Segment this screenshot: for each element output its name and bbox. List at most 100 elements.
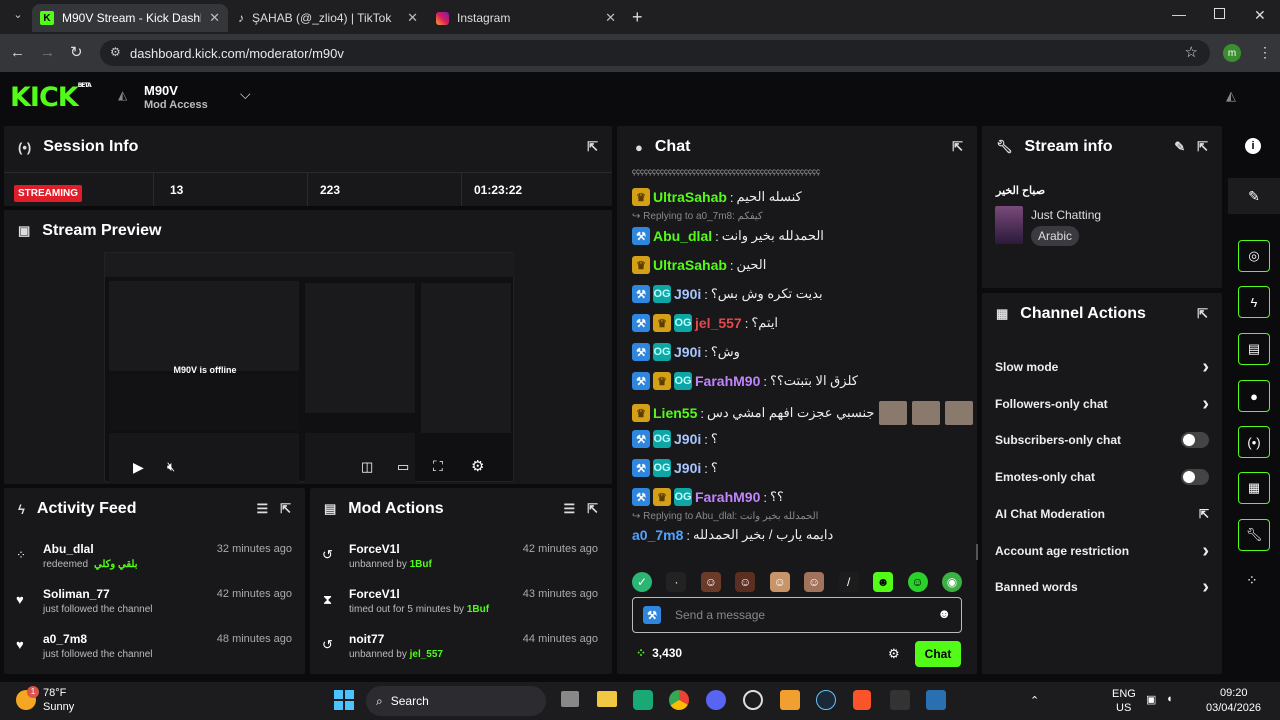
chat-message[interactable]: ⚒ OG J90i: ؟ <box>632 430 718 448</box>
tray-lang[interactable]: ENG <box>1112 688 1136 700</box>
chat-message[interactable]: ⚒ ♛ OG jel_557: ايتم؟ <box>632 314 778 332</box>
camera-panel-icon[interactable]: ◎ <box>1238 240 1270 272</box>
bookmark-star-icon[interactable]: ☆ <box>1185 43 1198 61</box>
chat-message[interactable]: ⚒ OG J90i: وش؟ <box>632 343 740 361</box>
discord-icon[interactable] <box>706 690 726 710</box>
forward-button[interactable]: → <box>40 44 55 61</box>
channel-action-subscribers-only-chat[interactable]: Subscribers-only chat <box>995 431 1209 449</box>
toggle-switch[interactable] <box>1181 432 1209 449</box>
send-chat-button[interactable]: Chat <box>915 641 961 667</box>
chat-message[interactable]: ♛ UltraSahab: كنسله الحيم <box>632 188 802 206</box>
chat-username[interactable]: UltraSahab <box>653 257 727 273</box>
tray-chevron-icon[interactable]: ⌃ <box>1030 694 1039 707</box>
app-icon[interactable] <box>743 690 763 710</box>
chat-message[interactable]: ⚒ OG J90i: بديت تكره وش بس؟ <box>632 285 823 303</box>
taskbar-search[interactable]: ⌕ Search <box>366 686 546 716</box>
chat-username[interactable]: FarahM90 <box>695 373 760 389</box>
chat-message[interactable]: ⚒ ♛ OG FarahM90: ؟؟ <box>632 488 784 506</box>
chat-message[interactable]: ⚒ OG J90i: ؟ <box>632 459 718 477</box>
chat-username[interactable]: a0_7m8 <box>632 527 683 543</box>
app-icon[interactable] <box>780 690 800 710</box>
chat-username[interactable]: J90i <box>674 344 701 360</box>
chat-scrollbar[interactable] <box>976 544 978 560</box>
channel-action-emotes-only-chat[interactable]: Emotes-only chat <box>995 468 1209 486</box>
channel-switch-chevron-icon[interactable]: ⌵ <box>240 86 251 103</box>
green-emote-icon[interactable]: ☻ <box>873 572 894 592</box>
chat-username[interactable]: UltraSahab <box>653 189 727 205</box>
popout-icon[interactable]: ⇱ <box>1197 139 1208 155</box>
play-icon[interactable]: ▶ <box>133 459 144 476</box>
steam-icon[interactable] <box>816 690 836 710</box>
back-button[interactable]: ← <box>10 44 25 61</box>
category-name[interactable]: Just Chatting <box>1031 208 1101 222</box>
close-tab-icon[interactable]: ✕ <box>209 10 220 26</box>
chat-username[interactable]: FarahM90 <box>695 489 760 505</box>
external-link-icon[interactable]: ⇱ <box>1199 507 1209 521</box>
chevron-right-icon[interactable]: › <box>1202 541 1209 561</box>
toggle-switch[interactable] <box>1181 469 1209 486</box>
broadcast-panel-icon[interactable]: (•) <box>1238 426 1270 458</box>
category-thumbnail[interactable] <box>995 206 1023 244</box>
kick-logo[interactable]: KICKBETA <box>10 82 92 113</box>
fullscreen-icon[interactable]: ⛶ <box>433 458 443 475</box>
chat-input-box[interactable]: ⚒ Send a message ☻ <box>632 597 962 633</box>
profile-avatar[interactable]: m <box>1223 44 1241 62</box>
popout-icon[interactable]: ⇱ <box>587 501 598 517</box>
chrome-icon[interactable] <box>669 690 689 710</box>
settings-icon[interactable]: ⚙ <box>471 457 484 475</box>
log-panel-icon[interactable]: ▤ <box>1238 333 1270 365</box>
brave-icon[interactable] <box>853 690 871 710</box>
popout-icon[interactable]: ⇱ <box>1197 306 1208 322</box>
clock-time[interactable]: 09:20 <box>1220 687 1248 699</box>
tab-kick-dashboard[interactable]: K M90V Stream - Kick Dashboard ✕ <box>32 4 228 32</box>
browser-menu-icon[interactable]: ⋮ <box>1258 44 1272 61</box>
reload-button[interactable]: ↻ <box>70 43 83 61</box>
volume-icon[interactable]: ◖ <box>1166 693 1173 705</box>
new-tab-button[interactable]: + <box>632 7 643 28</box>
chevron-right-icon[interactable]: › <box>1202 394 1209 414</box>
chat-input[interactable]: Send a message <box>675 608 765 622</box>
wrench-panel-icon[interactable]: 🔧︎ <box>1238 519 1270 551</box>
site-info-icon[interactable]: ⚙ <box>110 45 121 59</box>
face-emote-icon[interactable]: ☺ <box>700 572 721 592</box>
close-window-button[interactable]: ✕ <box>1254 7 1266 24</box>
chat-username[interactable]: jel_557 <box>695 315 742 331</box>
task-view-icon[interactable] <box>561 691 579 707</box>
chat-username[interactable]: J90i <box>674 286 701 302</box>
channel-action-ai-chat-moderation[interactable]: AI Chat Moderation ⇱ <box>995 505 1209 523</box>
user-avatar[interactable]: ◭ <box>1226 88 1236 104</box>
bolt-panel-icon[interactable]: ϟ <box>1238 286 1270 318</box>
tab-tiktok[interactable]: ♪ ŞAHAB (@_zlio4) | TikTok ✕ <box>230 4 426 32</box>
channel-points[interactable]: ⁘ 3,430 <box>636 646 682 660</box>
chat-message[interactable]: ♛ UltraSahab: الحين <box>632 256 766 274</box>
popout-icon[interactable]: ⇱ <box>587 139 598 155</box>
app-icon[interactable] <box>890 690 910 710</box>
wifi-icon[interactable]: ▣ <box>1146 693 1156 706</box>
chat-settings-icon[interactable]: ⚙ <box>888 646 900 662</box>
close-tab-icon[interactable]: ✕ <box>407 10 418 26</box>
tag-badge[interactable]: Arabic <box>1031 226 1080 246</box>
verified-emote-icon[interactable]: ✓ <box>632 572 652 592</box>
chevron-right-icon[interactable]: › <box>1202 577 1209 597</box>
face-emote-icon[interactable]: ☺ <box>804 572 825 592</box>
chat-message[interactable]: ⚒ ♛ OG FarahM90: كلزق الا بتبتت؟؟ <box>632 372 858 390</box>
chat-message[interactable]: ♛ Lien55: جنسبي عجزت افهم امشي دس <box>632 401 974 425</box>
theater-icon[interactable]: ▭ <box>397 459 409 475</box>
chat-panel-icon[interactable]: ● <box>1238 380 1270 412</box>
chat-message[interactable]: ⚒ Abu_dlal: الحمدلله بخير وانت <box>632 227 824 245</box>
channel-action-slow-mode[interactable]: Slow mode › <box>995 357 1209 377</box>
tab-instagram[interactable]: Instagram ✕ <box>428 4 624 32</box>
address-bar[interactable]: ⚙ dashboard.kick.com/moderator/m90v ☆ <box>100 40 1210 66</box>
points-panel-icon[interactable]: ⁘ <box>1246 572 1258 589</box>
chat-username[interactable]: J90i <box>674 431 701 447</box>
green-emote-icon[interactable]: ☺ <box>907 572 928 592</box>
chat-username[interactable]: Abu_dlal <box>653 228 712 244</box>
dark-emote-icon[interactable]: · <box>666 572 687 592</box>
info-icon[interactable]: i <box>1245 138 1261 154</box>
tab-list-menu-icon[interactable]: ⌄ <box>8 8 28 26</box>
file-explorer-icon[interactable] <box>597 691 617 707</box>
edit-icon[interactable]: ✎ <box>1174 139 1185 155</box>
actions-panel-icon[interactable]: ▦ <box>1238 472 1270 504</box>
app-icon[interactable] <box>926 690 946 710</box>
face-emote-icon[interactable]: ☺ <box>735 572 756 592</box>
